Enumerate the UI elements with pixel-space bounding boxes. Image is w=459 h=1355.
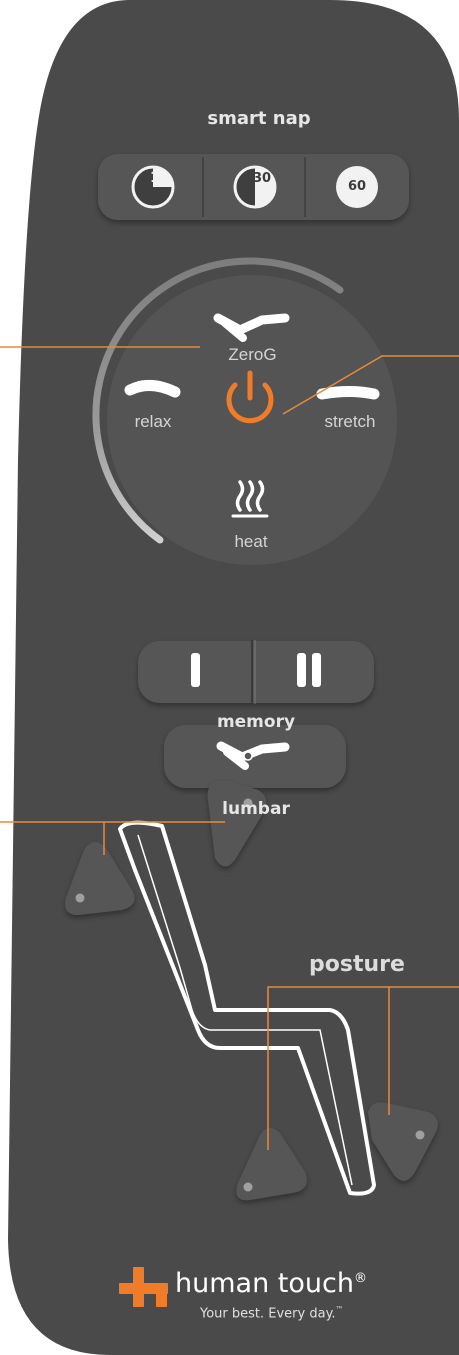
heat-label: heat (234, 532, 268, 551)
stretch-button[interactable]: stretch (305, 378, 395, 436)
brand-name: human touch® (175, 1268, 367, 1299)
nap-30-label: 30 (253, 171, 272, 186)
zerog-button[interactable]: ZeroG (200, 305, 305, 375)
trademark-mark: ™ (335, 1305, 344, 1314)
leg-down-button-hit[interactable] (234, 1124, 314, 1204)
nap-60-label: 60 (348, 179, 367, 194)
lumbar-button[interactable] (164, 725, 346, 788)
nap-15-button[interactable]: 15 (104, 156, 202, 218)
nap-30-button[interactable]: 30 (204, 156, 304, 218)
zerog-label: ZeroG (228, 345, 277, 364)
memory-1-button[interactable] (138, 641, 251, 703)
relax-label: relax (134, 412, 172, 431)
power-button[interactable] (222, 366, 278, 422)
registered-mark: ® (353, 1271, 367, 1286)
relax-button[interactable]: relax (118, 376, 188, 436)
nap-15-label: 15 (150, 170, 170, 186)
smart-nap-title: smart nap (207, 108, 311, 129)
brand-tagline: Your best. Every day.™ (200, 1305, 344, 1322)
stretch-label: stretch (324, 412, 376, 431)
back-down-button-hit[interactable] (64, 838, 142, 918)
memory-2-button[interactable] (256, 641, 374, 703)
back-up-button-hit[interactable] (205, 780, 273, 868)
posture-title: posture (309, 952, 405, 977)
leg-up-button-hit[interactable] (366, 1100, 444, 1188)
nap-60-button[interactable]: 60 (306, 156, 406, 218)
heat-button[interactable]: heat (215, 478, 287, 560)
